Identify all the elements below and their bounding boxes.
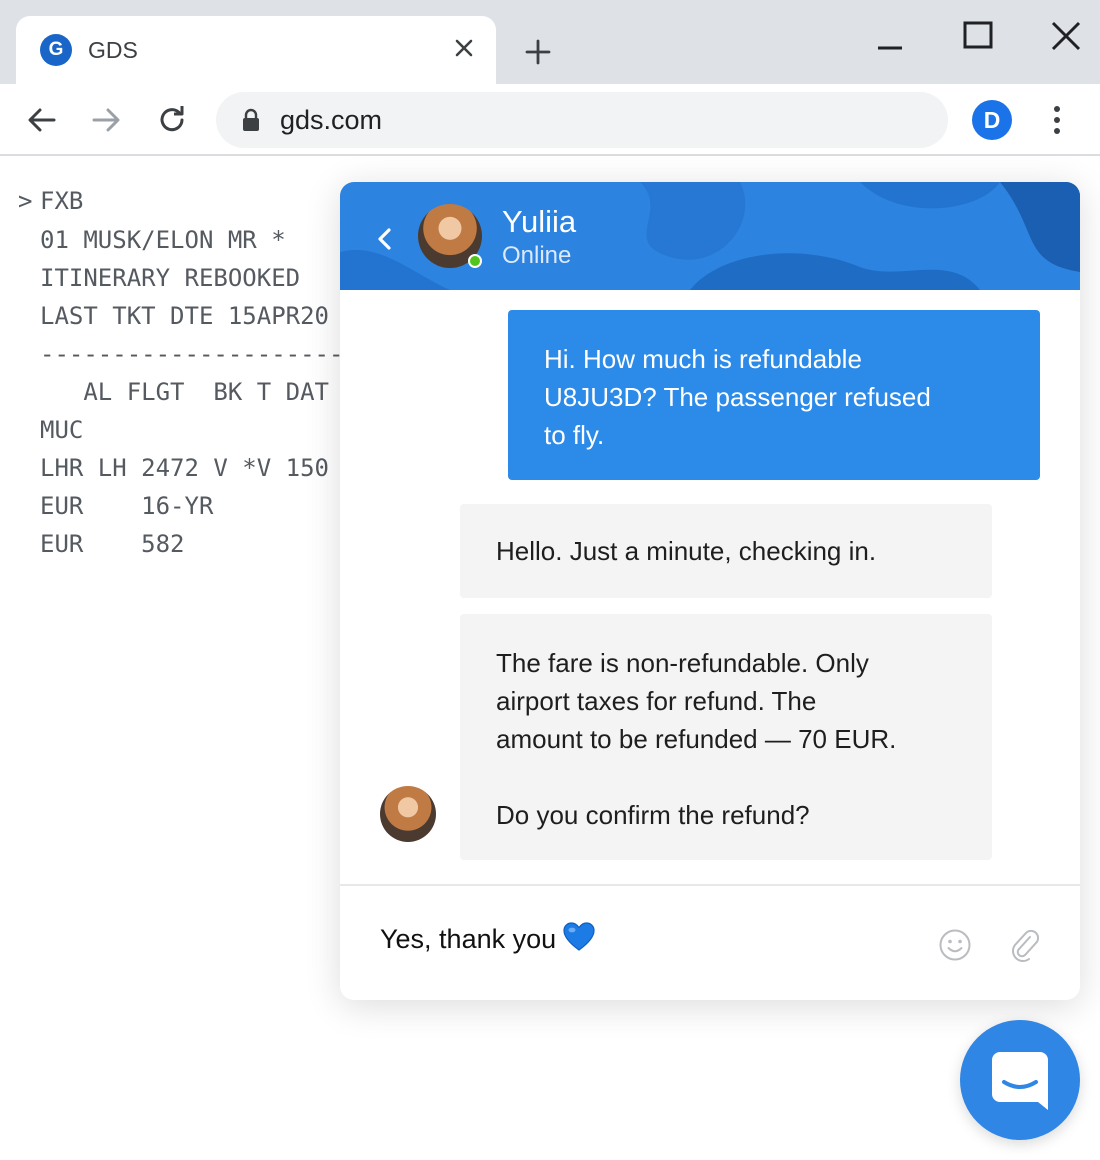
minimize-icon[interactable] <box>872 18 908 54</box>
blue-heart-icon <box>563 922 595 951</box>
browser-tab[interactable]: G GDS <box>16 16 496 84</box>
arrow-right-icon[interactable] <box>88 102 124 138</box>
chevron-left-icon[interactable] <box>372 226 398 252</box>
terminal-line: LHR LH 2472 V *V 150 <box>40 454 329 482</box>
message-paragraph: Do you confirm the refund? <box>496 800 810 830</box>
outgoing-message: Hi. How much is refundable U8JU3D? The p… <box>508 310 1040 480</box>
message-input[interactable]: Yes, thank you <box>380 920 596 955</box>
message-paragraph: The fare is non-refundable. Only airport… <box>496 644 956 758</box>
terminal-line: AL FLGT BK T DAT <box>40 378 329 406</box>
agent-avatar-small <box>380 786 436 842</box>
terminal-line: ----------------------- <box>40 340 340 368</box>
chat-header: Yuliia Online <box>340 182 1080 290</box>
close-icon[interactable] <box>448 32 480 64</box>
message-line: Hi. How much is refundable <box>544 344 862 374</box>
profile-avatar[interactable]: D <box>972 100 1012 140</box>
arrow-left-icon[interactable] <box>24 102 60 138</box>
message-line: Hello. Just a minute, checking in. <box>496 536 877 566</box>
message-line: to fly. <box>544 420 605 450</box>
browser-toolbar: gds.com D <box>0 84 1100 156</box>
more-vertical-icon[interactable] <box>1040 102 1074 138</box>
window-close-icon[interactable] <box>1048 18 1084 54</box>
chat-widget: Yuliia Online Hi. How much is refundable… <box>340 182 1080 1000</box>
gds-terminal: > FXB 01 MUSK/ELON MR * ITINERARY REBOOK… <box>0 182 340 582</box>
smiley-icon[interactable] <box>938 928 972 962</box>
reload-icon[interactable] <box>154 102 190 138</box>
terminal-prompt: > <box>18 187 33 215</box>
message-composer[interactable]: Yes, thank you <box>340 884 1080 1000</box>
message-line: amount to be refunded — 70 EUR. <box>496 724 897 754</box>
lock-icon <box>243 108 259 131</box>
terminal-line: FXB <box>40 187 84 215</box>
terminal-line: EUR 16-YR <box>40 492 214 520</box>
terminal-line: 01 MUSK/ELON MR * <box>40 226 286 254</box>
tab-bar: G GDS <box>0 0 1100 84</box>
message-line: U8JU3D? The passenger refused <box>544 382 931 412</box>
incoming-message: Hello. Just a minute, checking in. <box>460 504 992 598</box>
message-input-text: Yes, thank you <box>380 924 557 954</box>
favicon-icon: G <box>40 34 72 66</box>
incoming-message: The fare is non-refundable. Only airport… <box>460 614 992 860</box>
maximize-icon[interactable] <box>960 18 996 54</box>
chat-launcher-button[interactable] <box>960 1020 1080 1140</box>
plus-icon[interactable] <box>520 34 556 70</box>
terminal-line: EUR 582 <box>40 530 185 558</box>
tab-title: GDS <box>88 37 138 63</box>
message-line: The fare is non-refundable. Only <box>496 648 869 678</box>
terminal-line: ITINERARY REBOOKED <box>40 264 301 292</box>
paperclip-icon[interactable] <box>1008 928 1042 962</box>
agent-status: Online <box>502 242 572 269</box>
agent-name: Yuliia <box>502 204 577 239</box>
online-indicator <box>468 254 482 268</box>
terminal-line: MUC <box>40 416 84 444</box>
address-bar[interactable]: gds.com <box>216 92 948 148</box>
chat-bubble-icon <box>992 1052 1048 1110</box>
url-text: gds.com <box>280 105 383 135</box>
terminal-line: LAST TKT DTE 15APR20 <box>40 302 329 330</box>
message-line: airport taxes for refund. The <box>496 686 817 716</box>
